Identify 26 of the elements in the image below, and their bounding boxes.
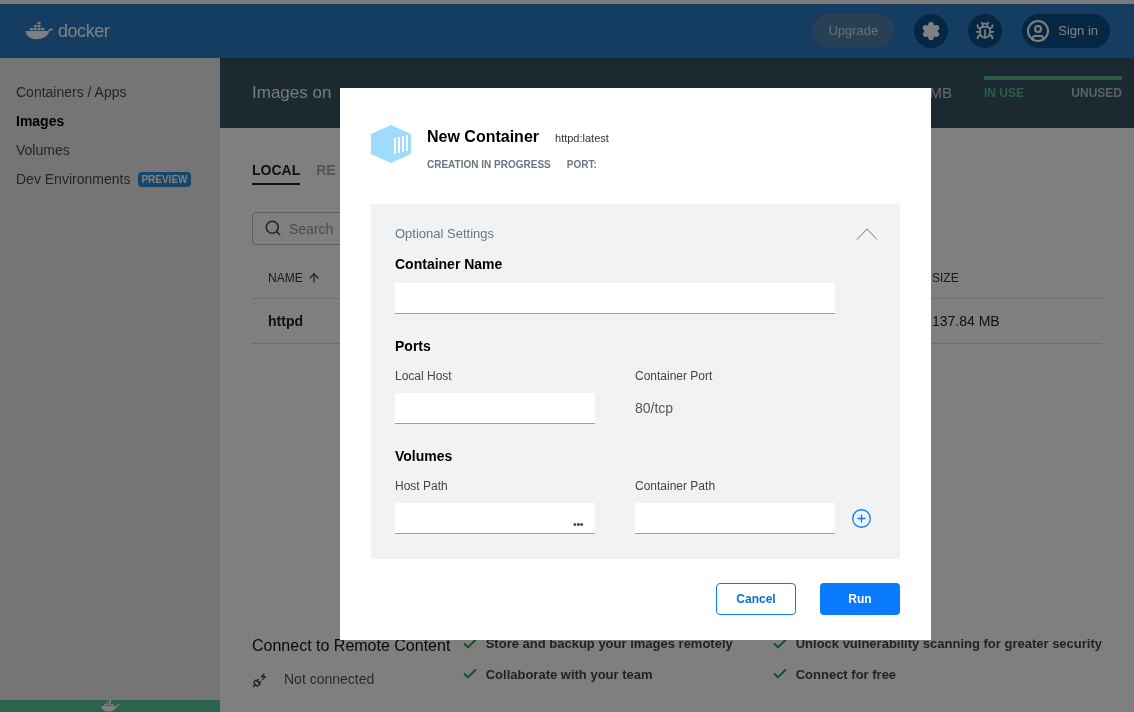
logo-text: docker	[58, 19, 110, 43]
creation-status: CREATION IN PROGRESS	[427, 158, 551, 172]
dialog-title: New Container	[427, 127, 539, 147]
field-label: Container Port	[635, 367, 713, 385]
port-label: PORT:	[566, 158, 597, 172]
field-heading: Container Name	[395, 254, 504, 274]
remote-title: Connect to Remote Content	[252, 636, 452, 656]
table-cell-text: 137.84 MB	[932, 311, 1000, 331]
field-label: Local Host	[395, 367, 453, 385]
connection-status: Not connected	[284, 670, 375, 689]
feature-text: Collaborate with your team	[485, 665, 653, 684]
table-cell-text: httpd	[267, 311, 304, 331]
disk-size: MB	[929, 82, 952, 103]
unused-label: UNUSED	[1071, 85, 1122, 102]
feature-text: Connect for free	[795, 665, 897, 684]
image-tag: httpd:latest	[555, 130, 609, 147]
field-heading: Ports	[395, 336, 432, 356]
field-label: Container Path	[635, 477, 716, 495]
feature-text: Store and backup your images remotely	[485, 635, 733, 653]
feature-text: Unlock vulnerability scanning for greater security	[795, 635, 1102, 653]
container-port-value: 80/tcp	[635, 398, 674, 418]
field-heading: Volumes	[395, 446, 454, 466]
banner-title: Images on	[252, 82, 332, 105]
field-label: Host Path	[395, 477, 449, 495]
section-title: Optional Settings	[395, 225, 494, 243]
preview-badge: PREVIEW	[138, 172, 191, 187]
